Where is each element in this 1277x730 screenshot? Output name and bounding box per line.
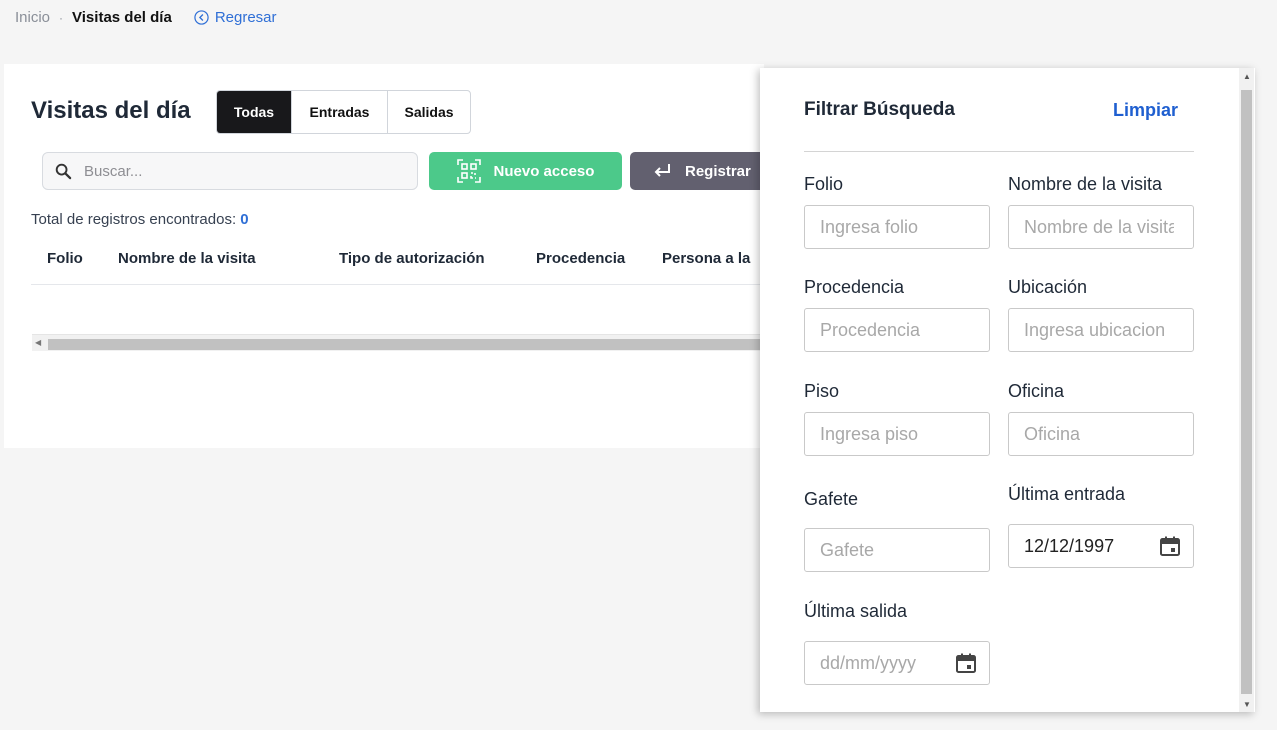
vertical-scrollbar[interactable]: ▲ ▼ bbox=[1239, 68, 1254, 712]
last-entry-value: 12/12/1997 bbox=[1024, 535, 1115, 556]
folio-input[interactable] bbox=[820, 216, 970, 238]
breadcrumb-separator: · bbox=[59, 10, 64, 25]
last-entry-date-input[interactable]: 12/12/1997 bbox=[1008, 524, 1194, 568]
new-access-label: Nuevo acceso bbox=[493, 162, 595, 180]
badge-input[interactable] bbox=[820, 539, 970, 561]
search-input[interactable] bbox=[84, 162, 384, 180]
visits-card: Visitas del día Todas Entradas Salidas N… bbox=[4, 64, 764, 448]
total-count: 0 bbox=[240, 211, 249, 228]
location-field bbox=[1008, 308, 1194, 352]
column-persona[interactable]: Persona a la bbox=[662, 250, 750, 267]
scroll-left-icon[interactable]: ◀ bbox=[35, 338, 41, 347]
floor-field bbox=[804, 412, 990, 456]
table-header: Folio Nombre de la visita Tipo de autori… bbox=[31, 242, 764, 285]
last-exit-date-input[interactable]: dd/mm/yyyy bbox=[804, 641, 990, 685]
office-field bbox=[1008, 412, 1194, 456]
calendar-icon[interactable] bbox=[1159, 535, 1181, 557]
visitor-name-input[interactable] bbox=[1024, 216, 1174, 238]
last-exit-label: Última salida bbox=[804, 601, 908, 621]
visitor-name-label: Nombre de la visita bbox=[1008, 174, 1163, 194]
filter-tabs: Todas Entradas Salidas bbox=[216, 90, 471, 134]
origin-field bbox=[804, 308, 990, 352]
enter-arrow-icon bbox=[654, 164, 670, 177]
clear-filters-button[interactable]: Limpiar bbox=[1113, 100, 1178, 121]
floor-input[interactable] bbox=[820, 423, 970, 445]
page-title: Visitas del día bbox=[31, 97, 191, 124]
back-label: Regresar bbox=[214, 9, 277, 26]
origin-input[interactable] bbox=[820, 319, 970, 341]
column-folio[interactable]: Folio bbox=[47, 250, 83, 267]
last-entry-label: Última entrada bbox=[1008, 484, 1126, 504]
badge-field bbox=[804, 528, 990, 572]
register-label: Registrar bbox=[685, 162, 751, 180]
badge-label: Gafete bbox=[804, 489, 859, 509]
location-input[interactable] bbox=[1024, 319, 1174, 341]
tab-entradas[interactable]: Entradas bbox=[292, 91, 388, 133]
column-procedencia[interactable]: Procedencia bbox=[536, 250, 625, 267]
register-button[interactable]: Registrar bbox=[630, 152, 764, 190]
folio-label: Folio bbox=[804, 174, 844, 194]
back-link[interactable]: Regresar bbox=[194, 9, 277, 26]
total-label: Total de registros encontrados: bbox=[31, 211, 237, 228]
origin-label: Procedencia bbox=[804, 277, 905, 297]
divider bbox=[804, 151, 1194, 152]
horizontal-scroll-thumb[interactable] bbox=[48, 339, 764, 350]
column-nombre[interactable]: Nombre de la visita bbox=[118, 250, 256, 267]
breadcrumb-home[interactable]: Inicio bbox=[15, 9, 50, 26]
search-box bbox=[42, 152, 418, 190]
total-records: Total de registros encontrados: 0 bbox=[31, 211, 249, 228]
breadcrumb: Inicio · Visitas del día Regresar bbox=[15, 9, 277, 26]
qr-scan-icon bbox=[456, 159, 481, 183]
office-label: Oficina bbox=[1008, 381, 1065, 401]
filter-panel: Filtrar Búsqueda Limpiar Folio Nombre de… bbox=[760, 68, 1255, 712]
filter-panel-title: Filtrar Búsqueda bbox=[804, 99, 955, 120]
floor-label: Piso bbox=[804, 381, 840, 401]
vertical-scroll-thumb[interactable] bbox=[1241, 90, 1252, 694]
search-icon bbox=[55, 163, 72, 179]
circle-chevron-left-icon bbox=[194, 10, 209, 25]
calendar-icon[interactable] bbox=[955, 652, 977, 674]
office-input[interactable] bbox=[1024, 423, 1174, 445]
new-access-button[interactable]: Nuevo acceso bbox=[429, 152, 622, 190]
visitor-name-field bbox=[1008, 205, 1194, 249]
horizontal-scrollbar[interactable]: ◀ bbox=[32, 334, 764, 351]
folio-field bbox=[804, 205, 990, 249]
scroll-down-icon[interactable]: ▼ bbox=[1243, 700, 1251, 709]
tab-salidas[interactable]: Salidas bbox=[388, 91, 470, 133]
location-label: Ubicación bbox=[1008, 277, 1088, 297]
breadcrumb-current: Visitas del día bbox=[72, 9, 172, 26]
last-exit-placeholder: dd/mm/yyyy bbox=[820, 652, 917, 673]
tab-todas[interactable]: Todas bbox=[217, 91, 292, 133]
scroll-up-icon[interactable]: ▲ bbox=[1243, 72, 1251, 81]
column-tipo-autorizacion[interactable]: Tipo de autorización bbox=[339, 250, 485, 267]
